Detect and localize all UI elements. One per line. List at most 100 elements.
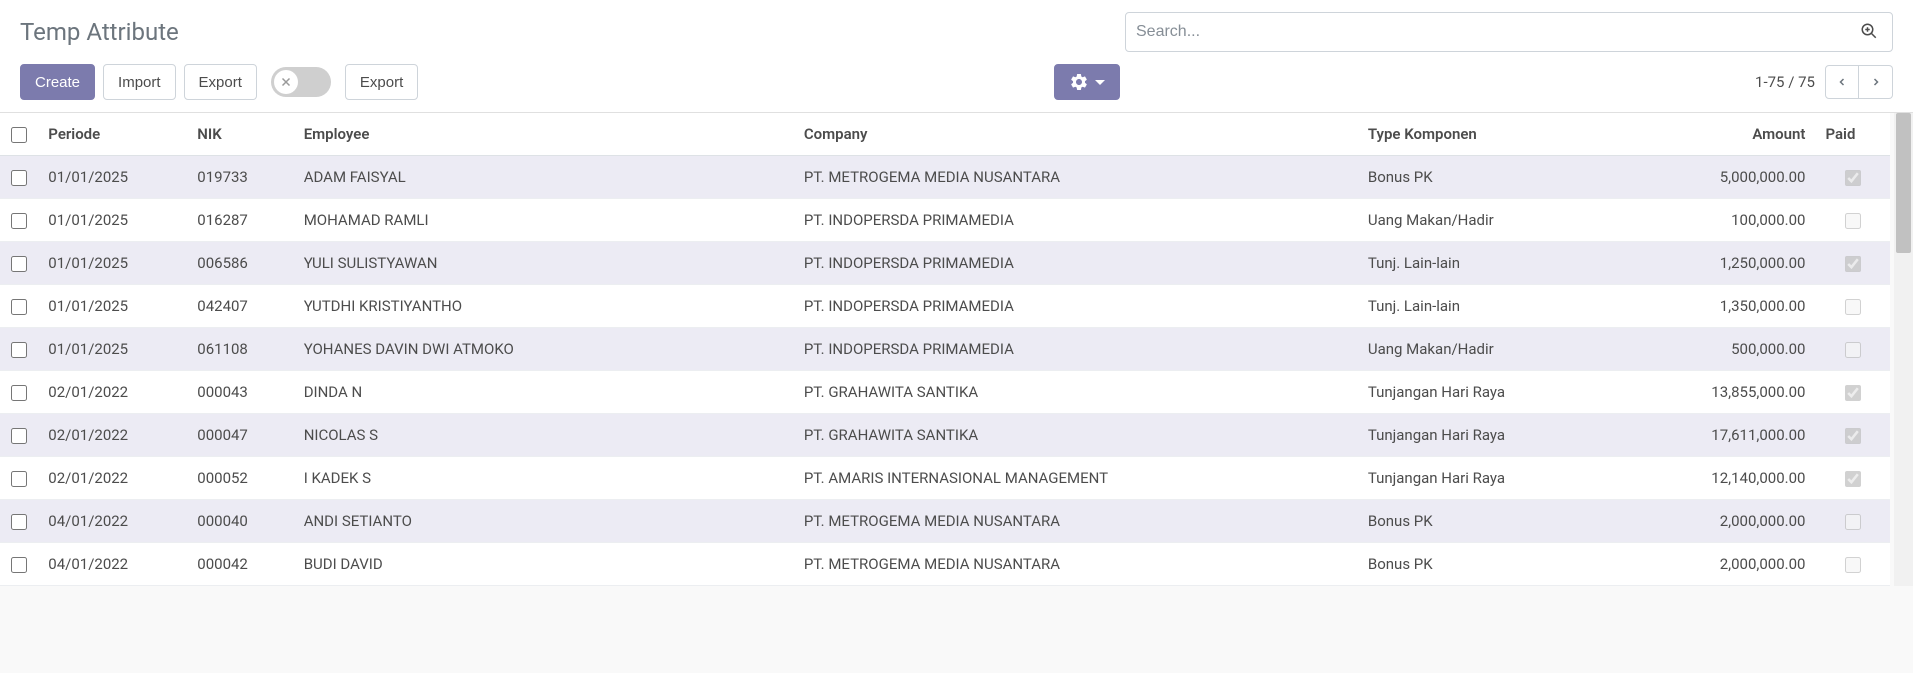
row-checkbox-cell — [0, 457, 38, 500]
import-button[interactable]: Import — [103, 64, 176, 100]
header-company[interactable]: Company — [794, 113, 1358, 156]
table-row[interactable]: 01/01/2025016287MOHAMAD RAMLIPT. INDOPER… — [0, 199, 1890, 242]
cell-employee: MOHAMAD RAMLI — [294, 199, 794, 242]
header-periode[interactable]: Periode — [38, 113, 187, 156]
paid-checkbox — [1845, 428, 1861, 444]
close-icon — [280, 76, 292, 88]
select-all-checkbox[interactable] — [11, 127, 27, 143]
paid-checkbox — [1845, 299, 1861, 315]
row-select-checkbox[interactable] — [11, 256, 27, 272]
paid-checkbox — [1845, 557, 1861, 573]
cell-employee: DINDA N — [294, 371, 794, 414]
cell-paid — [1815, 543, 1890, 586]
search-input[interactable] — [1136, 23, 1856, 41]
paid-checkbox — [1845, 385, 1861, 401]
pager-next-button[interactable] — [1859, 65, 1893, 99]
pager-text[interactable]: 1-75 / 75 — [1755, 73, 1815, 91]
row-checkbox-cell — [0, 371, 38, 414]
row-checkbox-cell — [0, 543, 38, 586]
cell-company: PT. INDOPERSDA PRIMAMEDIA — [794, 242, 1358, 285]
paid-checkbox — [1845, 170, 1861, 186]
pager-prev-button[interactable] — [1825, 65, 1859, 99]
cell-periode: 01/01/2025 — [38, 199, 187, 242]
cell-paid — [1815, 285, 1890, 328]
header-type[interactable]: Type Komponen — [1358, 113, 1635, 156]
table-row[interactable]: 02/01/2022000052I KADEK SPT. AMARIS INTE… — [0, 457, 1890, 500]
row-select-checkbox[interactable] — [11, 385, 27, 401]
header-nik[interactable]: NIK — [187, 113, 293, 156]
cell-employee: YOHANES DAVIN DWI ATMOKO — [294, 328, 794, 371]
row-select-checkbox[interactable] — [11, 170, 27, 186]
row-checkbox-cell — [0, 500, 38, 543]
cell-company: PT. METROGEMA MEDIA NUSANTARA — [794, 543, 1358, 586]
cell-company: PT. METROGEMA MEDIA NUSANTARA — [794, 500, 1358, 543]
row-select-checkbox[interactable] — [11, 471, 27, 487]
search-options-button[interactable] — [1856, 18, 1882, 47]
data-table: Periode NIK Employee Company Type Kompon… — [0, 113, 1890, 586]
table-row[interactable]: 02/01/2022000047NICOLAS SPT. GRAHAWITA S… — [0, 414, 1890, 457]
row-checkbox-cell — [0, 199, 38, 242]
cell-nik: 042407 — [187, 285, 293, 328]
cell-nik: 006586 — [187, 242, 293, 285]
cell-paid — [1815, 371, 1890, 414]
cell-type: Tunjangan Hari Raya — [1358, 414, 1635, 457]
row-select-checkbox[interactable] — [11, 213, 27, 229]
cell-periode: 01/01/2025 — [38, 285, 187, 328]
table-row[interactable]: 01/01/2025042407YUTDHI KRISTIYANTHOPT. I… — [0, 285, 1890, 328]
cell-nik: 000047 — [187, 414, 293, 457]
vertical-scrollbar[interactable] — [1894, 113, 1913, 586]
paid-checkbox — [1845, 471, 1861, 487]
table-row[interactable]: 01/01/2025019733ADAM FAISYALPT. METROGEM… — [0, 156, 1890, 199]
row-select-checkbox[interactable] — [11, 514, 27, 530]
cell-amount: 100,000.00 — [1635, 199, 1816, 242]
cell-company: PT. INDOPERSDA PRIMAMEDIA — [794, 328, 1358, 371]
table-container: Periode NIK Employee Company Type Kompon… — [0, 113, 1890, 586]
table-row[interactable]: 01/01/2025006586YULI SULISTYAWANPT. INDO… — [0, 242, 1890, 285]
table-row[interactable]: 04/01/2022000040ANDI SETIANTOPT. METROGE… — [0, 500, 1890, 543]
cell-employee: NICOLAS S — [294, 414, 794, 457]
search-plus-icon — [1860, 22, 1878, 40]
cell-type: Uang Makan/Hadir — [1358, 199, 1635, 242]
cell-paid — [1815, 500, 1890, 543]
row-select-checkbox[interactable] — [11, 428, 27, 444]
row-checkbox-cell — [0, 156, 38, 199]
cell-periode: 01/01/2025 — [38, 242, 187, 285]
create-button[interactable]: Create — [20, 64, 95, 100]
cell-company: PT. GRAHAWITA SANTIKA — [794, 414, 1358, 457]
page-title: Temp Attribute — [20, 18, 179, 46]
paid-checkbox — [1845, 514, 1861, 530]
cell-company: PT. INDOPERSDA PRIMAMEDIA — [794, 285, 1358, 328]
export-button[interactable]: Export — [184, 64, 257, 100]
cell-paid — [1815, 156, 1890, 199]
cell-company: PT. METROGEMA MEDIA NUSANTARA — [794, 156, 1358, 199]
cell-type: Tunjangan Hari Raya — [1358, 457, 1635, 500]
row-select-checkbox[interactable] — [11, 342, 27, 358]
table-row[interactable]: 04/01/2022000042BUDI DAVIDPT. METROGEMA … — [0, 543, 1890, 586]
scrollbar-thumb[interactable] — [1896, 113, 1911, 253]
cell-type: Bonus PK — [1358, 500, 1635, 543]
cell-amount: 13,855,000.00 — [1635, 371, 1816, 414]
table-row[interactable]: 02/01/2022000043DINDA NPT. GRAHAWITA SAN… — [0, 371, 1890, 414]
header-employee[interactable]: Employee — [294, 113, 794, 156]
row-select-checkbox[interactable] — [11, 299, 27, 315]
toggle-knob — [274, 70, 298, 94]
cell-amount: 2,000,000.00 — [1635, 500, 1816, 543]
table-header-row: Periode NIK Employee Company Type Kompon… — [0, 113, 1890, 156]
header-paid[interactable]: Paid — [1815, 113, 1890, 156]
cell-amount: 500,000.00 — [1635, 328, 1816, 371]
cell-periode: 04/01/2022 — [38, 543, 187, 586]
cell-periode: 04/01/2022 — [38, 500, 187, 543]
row-select-checkbox[interactable] — [11, 557, 27, 573]
table-row[interactable]: 01/01/2025061108YOHANES DAVIN DWI ATMOKO… — [0, 328, 1890, 371]
control-panel: Temp Attribute Create Import Export — [0, 0, 1913, 113]
row-checkbox-cell — [0, 285, 38, 328]
header-amount[interactable]: Amount — [1635, 113, 1816, 156]
actions-dropdown[interactable] — [1054, 64, 1120, 100]
row-checkbox-cell — [0, 414, 38, 457]
caret-down-icon — [1095, 80, 1105, 85]
filter-toggle[interactable] — [271, 67, 331, 97]
export-button-2[interactable]: Export — [345, 64, 418, 100]
cell-nik: 000043 — [187, 371, 293, 414]
row-checkbox-cell — [0, 328, 38, 371]
cell-employee: YUTDHI KRISTIYANTHO — [294, 285, 794, 328]
